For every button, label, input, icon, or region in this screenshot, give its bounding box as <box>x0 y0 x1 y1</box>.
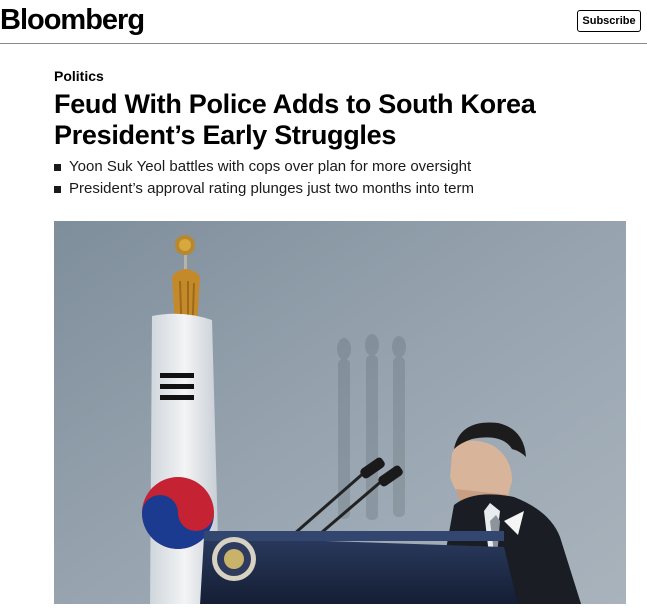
summary-item-text: President’s approval rating plunges just… <box>69 180 474 197</box>
hero-photo[interactable] <box>54 221 626 604</box>
hero-photo-illustration <box>54 221 626 604</box>
square-bullet-icon <box>54 163 61 171</box>
summary-item: President’s approval rating plunges just… <box>54 178 474 200</box>
summary-item-text: Yoon Suk Yeol battles with cops over pla… <box>69 158 472 175</box>
section-tag-politics[interactable]: Politics <box>54 67 104 85</box>
article-headline: Feud With Police Adds to South Korea Pre… <box>54 89 536 150</box>
site-header: Bloomberg Subscribe <box>0 0 647 44</box>
summary-item: Yoon Suk Yeol battles with cops over pla… <box>54 156 474 178</box>
article-summary-list: Yoon Suk Yeol battles with cops over pla… <box>54 156 474 200</box>
subscribe-button[interactable]: Subscribe <box>577 10 641 32</box>
backdrop-shadows <box>337 334 406 520</box>
bloomberg-logo[interactable]: Bloomberg <box>0 2 145 38</box>
square-bullet-icon <box>54 185 61 193</box>
